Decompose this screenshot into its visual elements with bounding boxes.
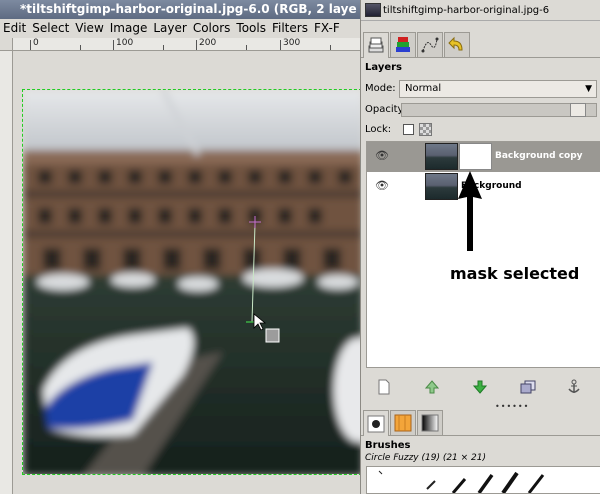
- layers-dock: tiltshiftgimp-harbor-original.jpg-6 Laye…: [360, 0, 600, 494]
- brushes-panel-title: Brushes: [365, 440, 411, 451]
- brush-grid[interactable]: [366, 466, 600, 494]
- chevron-down-icon: ▼: [585, 84, 592, 94]
- brush-previews: [378, 470, 545, 493]
- layer-button-bar: [366, 376, 600, 398]
- ruler-tick: [30, 40, 31, 50]
- harbor-photo[interactable]: [22, 89, 360, 475]
- opacity-slider[interactable]: [401, 103, 597, 117]
- menu-image[interactable]: Image: [107, 19, 151, 38]
- gimp-screen: *tiltshiftgimp-harbor-original.jpg-6.0 (…: [0, 0, 600, 494]
- ruler-tick: [330, 45, 331, 50]
- new-layer-button[interactable]: [376, 379, 392, 395]
- annotation-arrow-icon: [458, 171, 482, 251]
- raise-layer-button[interactable]: [424, 379, 440, 395]
- menu-edit[interactable]: Edit: [0, 19, 29, 38]
- lower-layer-icon: [473, 380, 487, 394]
- image-window: *tiltshiftgimp-harbor-original.jpg-6.0 (…: [0, 0, 360, 494]
- lower-layer-button[interactable]: [472, 379, 488, 395]
- ruler-label: 300: [283, 38, 301, 48]
- menu-layer[interactable]: Layer: [150, 19, 189, 38]
- new-layer-icon: [378, 379, 390, 395]
- brush-name: Circle Fuzzy (19) (21 × 21): [365, 453, 487, 463]
- duplicate-layer-icon: [520, 380, 536, 394]
- image-thumbnail: [365, 3, 381, 17]
- ruler-tick: [163, 45, 164, 50]
- brush-icon: [367, 415, 385, 432]
- tab-gradients[interactable]: [417, 410, 443, 435]
- raise-layer-icon: [425, 380, 439, 394]
- gradient-icon: [421, 414, 439, 432]
- opacity-slider-handle[interactable]: [570, 103, 586, 117]
- menu-filters[interactable]: Filters: [269, 19, 311, 38]
- tab-patterns[interactable]: [390, 410, 416, 435]
- menu-tools[interactable]: Tools: [233, 19, 269, 38]
- undo-history-icon: [448, 36, 463, 51]
- ruler-label: 200: [199, 38, 217, 48]
- eye-icon[interactable]: 👁: [375, 150, 389, 161]
- lock-label: Lock:: [365, 124, 392, 135]
- horizontal-ruler[interactable]: 0 100 200 300: [13, 38, 360, 51]
- lock-alpha-toggle[interactable]: [419, 123, 432, 136]
- layer-thumbnail: [425, 143, 458, 170]
- paths-icon: [421, 37, 439, 53]
- layer-thumbnail: [425, 173, 458, 200]
- mode-label: Mode:: [365, 83, 396, 94]
- tab-layers[interactable]: [363, 32, 389, 58]
- image-canvas[interactable]: [14, 52, 360, 494]
- layer-list: 👁 Background copy 👁 Background mask sele…: [366, 141, 600, 368]
- brush-dock-tabs: [361, 408, 600, 436]
- tab-undo-history[interactable]: [444, 32, 470, 57]
- mode-value: Normal: [405, 83, 442, 94]
- eye-icon[interactable]: 👁: [375, 180, 389, 191]
- pattern-icon: [394, 414, 412, 432]
- ruler-label: 0: [33, 38, 39, 48]
- menu-colors[interactable]: Colors: [190, 19, 234, 38]
- opacity-label: Opacity:: [365, 104, 407, 115]
- layer-name: Background copy: [495, 151, 583, 161]
- image-window-title: *tiltshiftgimp-harbor-original.jpg-6.0 (…: [0, 0, 360, 19]
- layer-row-background-copy[interactable]: 👁 Background copy: [367, 142, 600, 172]
- duplicate-layer-button[interactable]: [520, 379, 536, 395]
- menu-view[interactable]: View: [72, 19, 106, 38]
- ruler-label: 100: [116, 38, 134, 48]
- menu-fx-foundry[interactable]: FX-F: [311, 19, 343, 38]
- ruler-tick: [80, 45, 81, 50]
- anchor-layer-icon: [568, 379, 580, 393]
- menubar: Edit Select View Image Layer Colors Tools Filte…: [0, 19, 360, 38]
- layer-mask-thumbnail[interactable]: [459, 143, 492, 170]
- lock-pixels-checkbox[interactable]: [403, 124, 414, 135]
- layers-panel-title: Layers: [365, 62, 402, 73]
- dock-image-selector[interactable]: tiltshiftgimp-harbor-original.jpg-6: [361, 0, 600, 21]
- ruler-tick: [196, 40, 197, 50]
- ruler-tick: [246, 45, 247, 50]
- menu-select[interactable]: Select: [29, 19, 72, 38]
- vertical-ruler[interactable]: [0, 51, 13, 494]
- tab-brushes[interactable]: [363, 410, 389, 436]
- harbor-photo-graphic: [23, 90, 360, 474]
- annotation-text: mask selected: [450, 264, 580, 283]
- mode-select[interactable]: Normal ▼: [399, 80, 597, 98]
- gradient-tool-cursor-icon: [265, 328, 280, 343]
- tab-channels[interactable]: [390, 32, 416, 57]
- ruler-tick: [113, 40, 114, 50]
- dock-image-name: tiltshiftgimp-harbor-original.jpg-6: [383, 5, 550, 16]
- dock-tabs: [361, 30, 600, 58]
- anchor-layer-button[interactable]: [566, 379, 582, 395]
- layers-icon: [368, 37, 384, 52]
- channels-icon: [396, 37, 410, 52]
- tab-paths[interactable]: [417, 32, 443, 57]
- ruler-tick: [280, 40, 281, 50]
- ruler-corner[interactable]: [0, 38, 13, 51]
